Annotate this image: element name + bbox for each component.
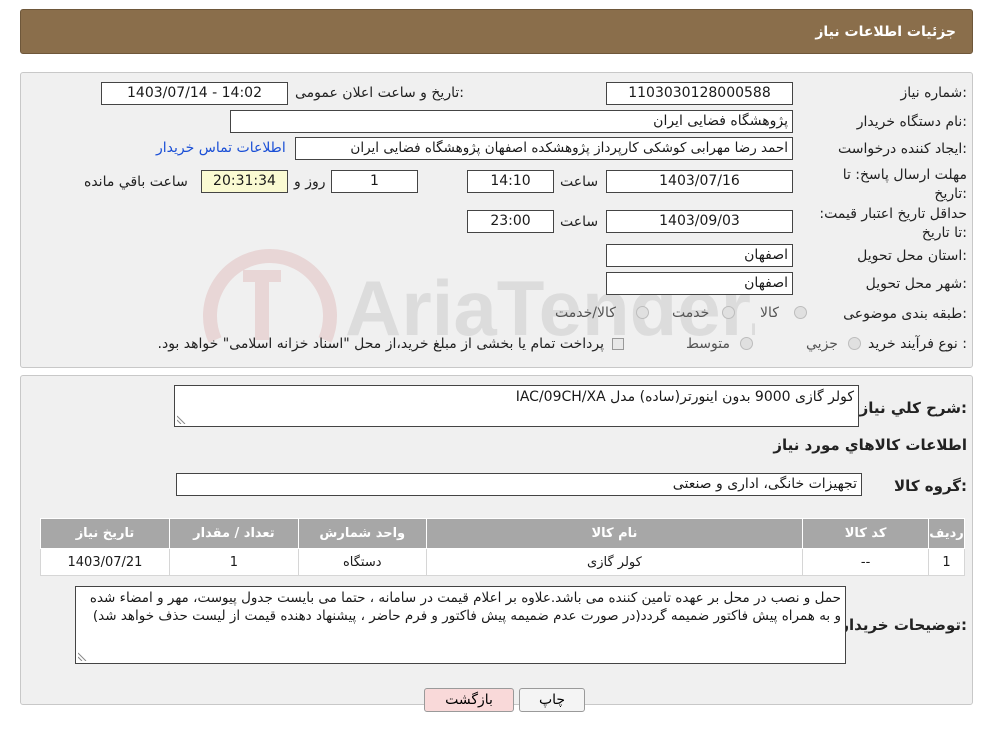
buyer-notes-box: حمل و نصب در محل بر عهده تامین کننده می … <box>75 586 846 664</box>
cell-unit: دستگاه <box>297 548 427 576</box>
buyer-notes-text: حمل و نصب در محل بر عهده تامین کننده می … <box>89 590 841 624</box>
category-option-service: خدمت <box>672 305 710 321</box>
deadline-time-label: ساعت <box>560 174 599 190</box>
process-radio-minor[interactable] <box>848 337 861 350</box>
deadline-time-field: 14:10 <box>467 170 554 193</box>
province-label: استان محل تحویل: <box>857 248 967 264</box>
buyer-notes-label: توضیحات خریدار: <box>840 616 967 634</box>
cell-goods-name: کولر گازی <box>425 548 804 576</box>
category-radio-service[interactable] <box>722 306 735 319</box>
payment-note: پرداخت تمام یا بخشی از مبلغ خرید،از محل … <box>157 336 604 352</box>
announce-field: 1403/07/14 - 14:02 <box>101 82 288 105</box>
cell-row-number: 1 <box>928 548 965 576</box>
description-text: کولر گازی 9000 بدون اینورتر(ساده) مدل IA… <box>515 389 854 405</box>
table-header-row: رديف کد کالا نام کالا واحد شمارش تعداد /… <box>40 518 965 549</box>
province-field: اصفهان <box>606 244 793 267</box>
category-option-goods-service: کالا/خدمت <box>555 305 616 321</box>
col-header-unit: واحد شمارش <box>297 518 427 549</box>
deadline-label: مهلت ارسال پاسخ: تا تاریخ: <box>842 167 967 202</box>
category-radio-goods[interactable] <box>794 306 807 319</box>
requester-field: احمد رضا مهرابی کوشکی کارپرداز پژوهشکده … <box>295 137 793 160</box>
validity-time-field: 23:00 <box>467 210 554 233</box>
remaining-label: ساعت باقي مانده <box>84 174 188 190</box>
goods-group-field: تجهیزات خانگی، اداری و صنعتی <box>176 473 862 496</box>
process-option-medium: متوسط <box>686 336 730 352</box>
category-radio-goods-service[interactable] <box>636 306 649 319</box>
category-option-goods: کالا <box>760 305 779 321</box>
process-radio-medium[interactable] <box>740 337 753 350</box>
deadline-date-field: 1403/07/16 <box>606 170 793 193</box>
print-button[interactable]: چاپ <box>519 688 585 712</box>
buyer-org-label: نام دستگاه خریدار: <box>856 114 967 130</box>
validity-date-field: 1403/09/03 <box>606 210 793 233</box>
need-number-label: شماره نیاز: <box>900 85 967 101</box>
cell-goods-code: -- <box>802 548 930 576</box>
resize-grip-icon[interactable] <box>78 651 88 661</box>
goods-info-title: اطلاعات کالاهاي مورد نياز <box>773 436 967 454</box>
requester-label: ایجاد کننده درخواست: <box>838 141 967 157</box>
resize-grip-icon[interactable] <box>177 414 187 424</box>
category-label: طبقه بندی موضوعی: <box>843 306 967 322</box>
contact-info-link[interactable]: اطلاعات تماس خریدار <box>156 140 286 156</box>
process-option-minor: جزيي <box>806 336 838 352</box>
goods-group-label: گروه کالا: <box>894 477 967 495</box>
description-label: شرح کلي نياز: <box>859 399 967 417</box>
process-label: نوع فرآیند خرید : <box>868 336 967 352</box>
validity-time-label: ساعت <box>560 214 599 230</box>
city-field: اصفهان <box>606 272 793 295</box>
remaining-time-field: 20:31:34 <box>201 170 288 193</box>
items-table-wrapper: رديف کد کالا نام کالا واحد شمارش تعداد /… <box>40 518 965 576</box>
page-title: جزئیات اطلاعات نیاز <box>815 24 956 40</box>
col-header-need-date: تاريخ نياز <box>40 518 170 549</box>
cell-quantity: 1 <box>168 548 299 576</box>
days-field: 1 <box>331 170 418 193</box>
back-button[interactable]: بازگشت <box>424 688 514 712</box>
need-number-field: 1103030128000588 <box>606 82 793 105</box>
cell-need-date: 1403/07/21 <box>40 548 170 576</box>
col-header-goods-name: نام کالا <box>425 518 804 549</box>
description-box: کولر گازی 9000 بدون اینورتر(ساده) مدل IA… <box>174 385 859 427</box>
col-header-quantity: تعداد / مقدار <box>168 518 299 549</box>
table-row: 1 -- کولر گازی دستگاه 1 1403/07/21 <box>40 548 965 576</box>
city-label: شهر محل تحویل: <box>865 276 967 292</box>
announce-label: تاریخ و ساعت اعلان عمومی: <box>295 85 464 101</box>
validity-label: حداقل تاریخ اعتبار قیمت: تا تاریخ: <box>819 206 967 241</box>
payment-checkbox[interactable] <box>612 338 624 350</box>
days-label: روز و <box>294 174 326 190</box>
col-header-goods-code: کد کالا <box>802 518 930 549</box>
items-table: رديف کد کالا نام کالا واحد شمارش تعداد /… <box>40 518 965 576</box>
page-header: جزئیات اطلاعات نیاز <box>20 9 973 54</box>
buyer-org-field: پژوهشگاه فضایی ایران <box>230 110 793 133</box>
col-header-row-number: رديف <box>928 518 965 549</box>
